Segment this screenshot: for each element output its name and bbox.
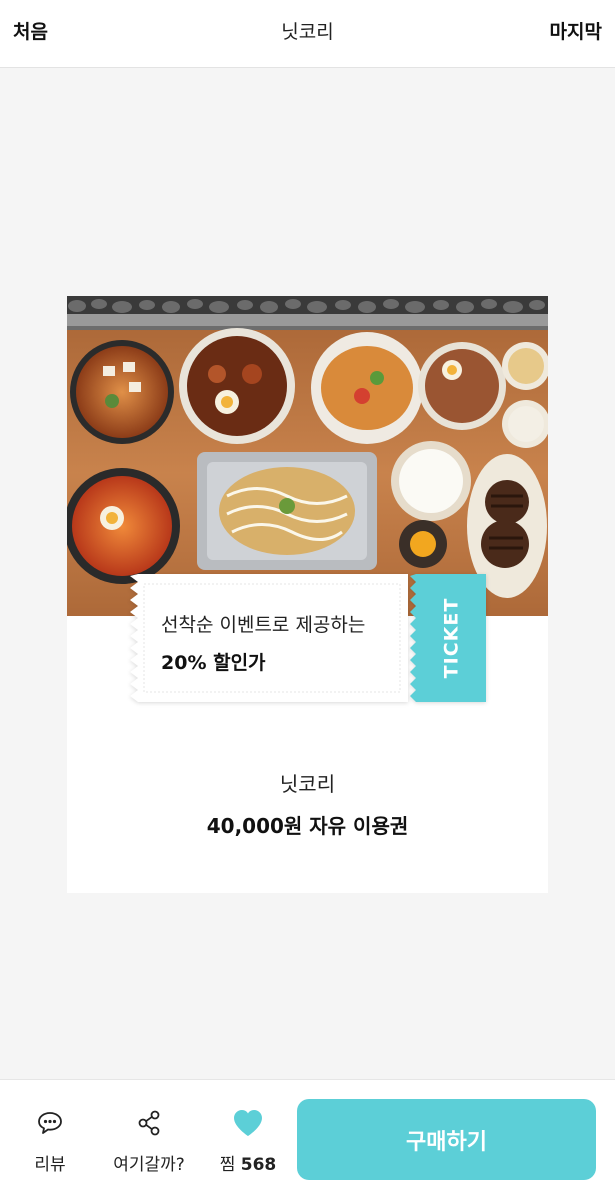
last-button[interactable]: 마지막 bbox=[550, 17, 602, 44]
speech-bubble-icon bbox=[38, 1112, 62, 1134]
like-text: 찜 bbox=[219, 1155, 236, 1175]
buy-button[interactable]: 구매하기 bbox=[297, 1099, 596, 1180]
top-header: 처음 닛코리 마지막 bbox=[0, 0, 615, 68]
share-icon bbox=[138, 1110, 160, 1136]
food-photo bbox=[67, 296, 548, 616]
review-label: 리뷰 bbox=[34, 1155, 66, 1175]
like-button[interactable]: 찜 568 bbox=[215, 1108, 281, 1175]
review-button[interactable]: 리뷰 bbox=[26, 1108, 74, 1175]
like-label: 찜 568 bbox=[215, 1150, 281, 1175]
discount-ticket: 선착순 이벤트로 제공하는 20% 할인가 TICKET bbox=[130, 574, 486, 702]
ticket-stub-label: TICKET bbox=[440, 597, 463, 679]
store-name: 닛코리 bbox=[279, 772, 336, 796]
like-count: 568 bbox=[240, 1155, 277, 1175]
share-label: 여기갈까? bbox=[113, 1155, 185, 1175]
share-button[interactable]: 여기갈까? bbox=[108, 1108, 190, 1175]
page-title: 닛코리 bbox=[281, 21, 334, 43]
product-name: 40,000원 자유 이용권 bbox=[206, 814, 409, 838]
ticket-stub: TICKET bbox=[416, 574, 486, 702]
product-card[interactable]: 선착순 이벤트로 제공하는 20% 할인가 TICKET 닛코리 40,000원… bbox=[67, 296, 548, 893]
heart-icon bbox=[234, 1110, 262, 1136]
